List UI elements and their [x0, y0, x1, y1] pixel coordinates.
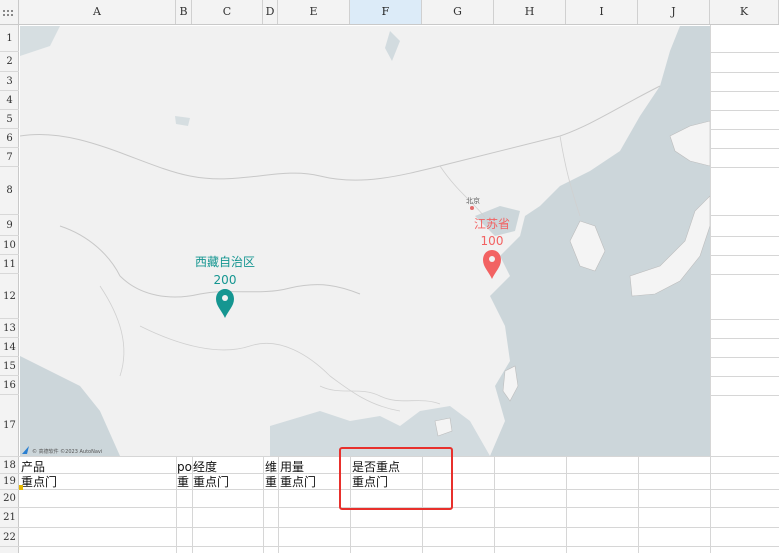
- cell-c19[interactable]: 重点门: [193, 475, 229, 489]
- map-chart[interactable]: 北京 西藏自治区 200 江苏省 100 © 高德软件 ©2023 AutoNa…: [20, 26, 710, 456]
- grid-line: [710, 236, 779, 237]
- map-attribution: © 高德软件 ©2023 AutoNavi: [32, 448, 102, 455]
- border-line: [99, 285, 125, 377]
- grid-line: [566, 456, 567, 553]
- grid-line: [710, 338, 779, 339]
- cell-b18[interactable]: po: [177, 460, 192, 474]
- grid-line: [710, 395, 779, 396]
- grid-line: [710, 91, 779, 92]
- cell-a18[interactable]: 产品: [21, 460, 45, 474]
- row-header-13[interactable]: 13: [0, 319, 19, 338]
- map-marker-value: 100: [481, 234, 504, 248]
- grid-line: [710, 148, 779, 149]
- column-header-i[interactable]: I: [566, 0, 638, 24]
- row-header-8[interactable]: 8: [0, 167, 19, 215]
- grid-line: [710, 167, 779, 168]
- grid-line: [19, 546, 779, 547]
- grid-line: [638, 456, 639, 553]
- lake-shape: [385, 31, 400, 61]
- map-marker-label: 江苏省: [474, 217, 510, 231]
- column-header-e[interactable]: E: [278, 0, 350, 24]
- row-header-1[interactable]: 1: [0, 25, 19, 52]
- row-header-21[interactable]: 21: [0, 508, 19, 528]
- grid-dots-icon: [3, 10, 13, 16]
- highlight-box: [339, 447, 453, 510]
- grid-line: [494, 456, 495, 553]
- border-line: [319, 385, 441, 405]
- grid-line: [19, 527, 779, 528]
- map-pin-icon[interactable]: [216, 289, 234, 318]
- grid-line: [710, 72, 779, 73]
- grid-line: [710, 376, 779, 377]
- grid-line: [710, 215, 779, 216]
- row-header-4[interactable]: 4: [0, 91, 19, 110]
- column-header-f[interactable]: F: [350, 0, 422, 24]
- cell-d19[interactable]: 重: [265, 475, 277, 489]
- column-header-c[interactable]: C: [192, 0, 263, 24]
- column-header-h[interactable]: H: [494, 0, 566, 24]
- row-header-22[interactable]: 22: [0, 528, 19, 547]
- cell-d18[interactable]: 维: [265, 460, 277, 474]
- cell-e19[interactable]: 重点门: [280, 475, 316, 489]
- row-header-10[interactable]: 10: [0, 236, 19, 255]
- grid-line: [278, 456, 279, 553]
- lake-shape: [175, 116, 190, 126]
- row-header-16[interactable]: 16: [0, 376, 19, 395]
- sea-area: [20, 26, 60, 56]
- row-header-18[interactable]: 18: [0, 457, 19, 474]
- row-header-2[interactable]: 2: [0, 52, 19, 72]
- fill-handle[interactable]: [19, 485, 23, 490]
- row-header-7[interactable]: 7: [0, 148, 19, 167]
- cell-a19[interactable]: 重点门: [21, 475, 57, 489]
- grid-line: [710, 255, 779, 256]
- select-all-corner[interactable]: [0, 0, 19, 25]
- row-header-6[interactable]: 6: [0, 129, 19, 148]
- map-marker-label: 西藏自治区: [195, 255, 255, 269]
- row-header-9[interactable]: 9: [0, 215, 19, 236]
- row-header-19[interactable]: 19: [0, 474, 19, 490]
- row-header-14[interactable]: 14: [0, 338, 19, 357]
- grid-line: [710, 129, 779, 130]
- grid-line: [710, 52, 779, 53]
- column-header-b[interactable]: B: [176, 0, 192, 24]
- grid-line: [263, 456, 264, 553]
- row-header-20[interactable]: 20: [0, 490, 19, 508]
- column-header-j[interactable]: J: [638, 0, 710, 24]
- column-header-k[interactable]: K: [710, 0, 779, 24]
- border-line: [139, 325, 401, 412]
- row-header-3[interactable]: 3: [0, 72, 19, 91]
- sea-area: [20, 356, 120, 456]
- cell-e18[interactable]: 用量: [280, 460, 304, 474]
- row-header-12[interactable]: 12: [0, 274, 19, 319]
- grid-line: [710, 357, 779, 358]
- row-header-11[interactable]: 11: [0, 255, 19, 274]
- column-header-g[interactable]: G: [422, 0, 494, 24]
- map-canvas: 北京 西藏自治区 200 江苏省 100 © 高德软件 ©2023 AutoNa…: [20, 26, 710, 456]
- border-line: [20, 85, 661, 181]
- row-header-15[interactable]: 15: [0, 357, 19, 376]
- grid-line: [710, 319, 779, 320]
- row-header-17[interactable]: 17: [0, 395, 19, 457]
- row-header-5[interactable]: 5: [0, 110, 19, 129]
- column-header-d[interactable]: D: [263, 0, 278, 24]
- column-header-a[interactable]: A: [19, 0, 176, 24]
- map-marker-value: 200: [214, 273, 237, 287]
- city-dot: [470, 206, 474, 210]
- map-pin-icon[interactable]: [483, 250, 501, 279]
- city-label: 北京: [466, 196, 480, 205]
- spreadsheet: A B C D E F G H I J K 1 2 3 4 5 6 7 8 9 …: [0, 0, 779, 553]
- grid-line: [710, 274, 779, 275]
- cell-b19[interactable]: 重: [177, 475, 189, 489]
- grid-line: [710, 110, 779, 111]
- cell-c18[interactable]: 经度: [193, 460, 217, 474]
